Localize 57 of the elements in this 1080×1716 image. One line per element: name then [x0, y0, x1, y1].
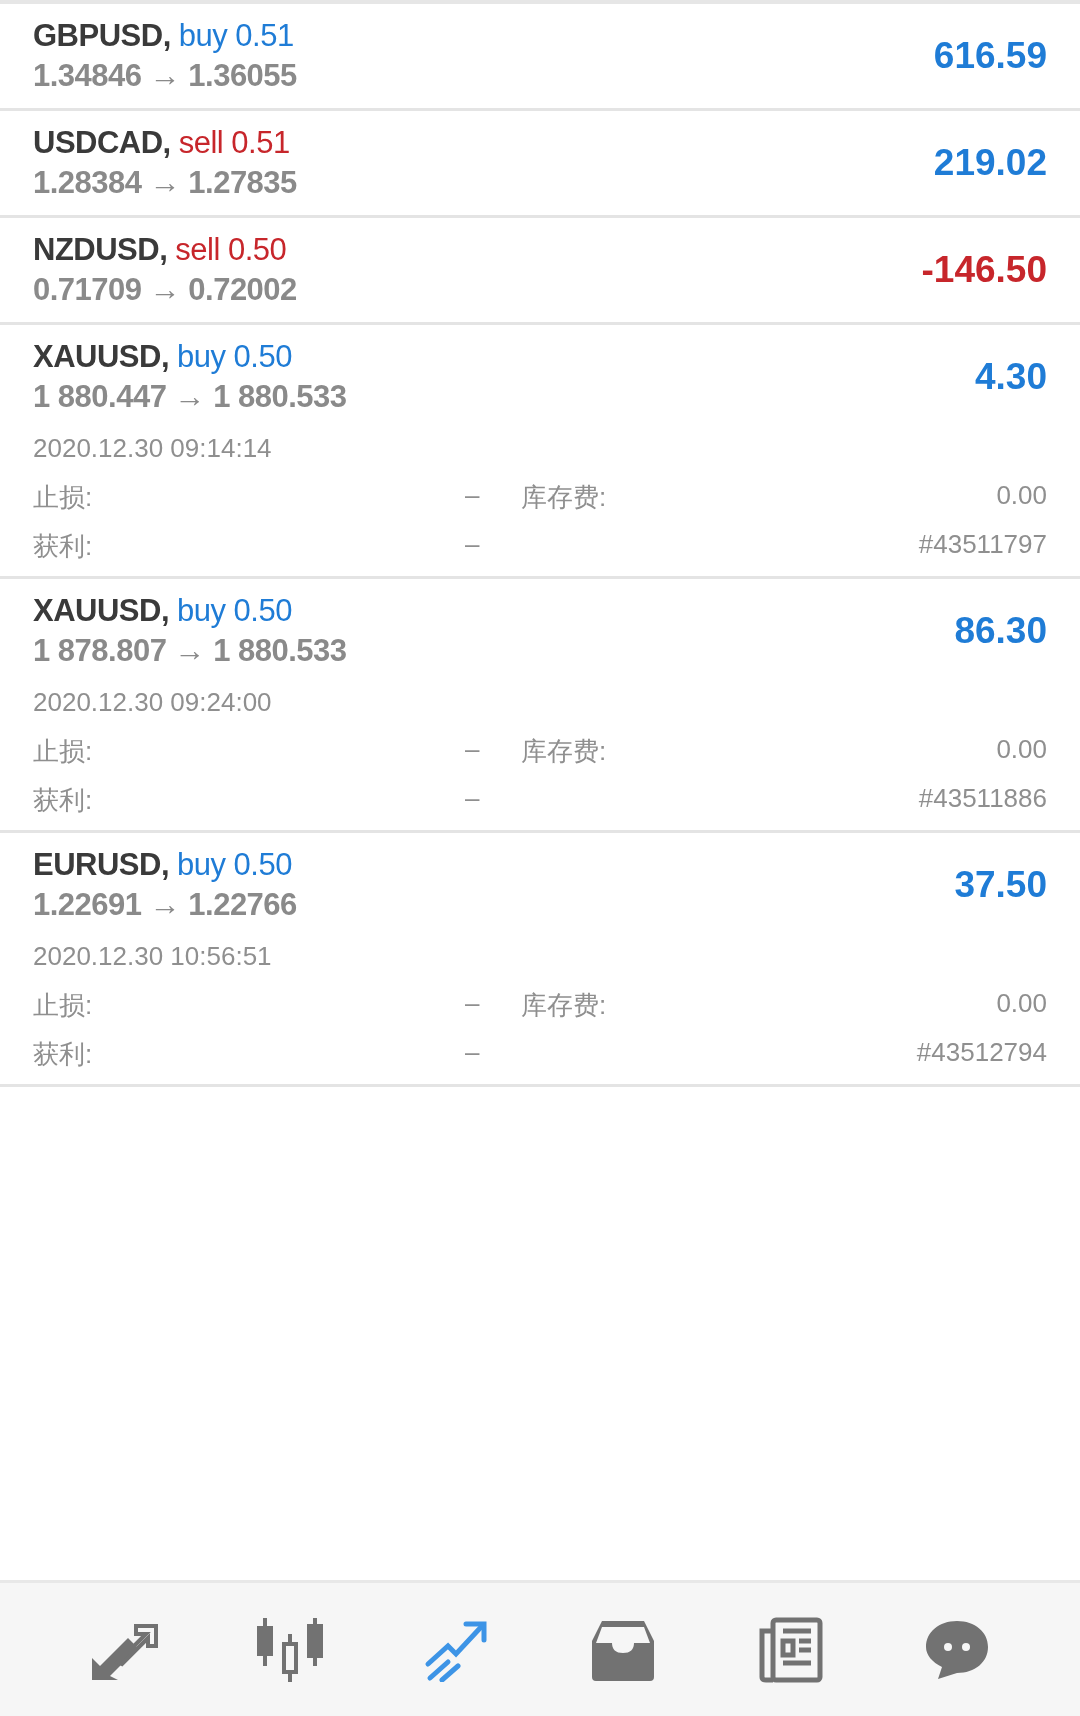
- stop-loss-value: –: [465, 734, 481, 766]
- swap-label: 库存费:: [520, 481, 608, 514]
- profit: 86.30: [954, 610, 1047, 652]
- take-profit-label: 获利:: [33, 1038, 94, 1071]
- swap-value: 0.00: [995, 480, 1047, 512]
- candlestick-icon: [255, 1615, 325, 1684]
- order-type: sell 0.50: [175, 232, 287, 268]
- price-range: 1 878.807 → 1 880.533: [33, 633, 347, 669]
- take-profit-label: 获利:: [33, 530, 94, 563]
- stop-loss-label: 止损:: [33, 735, 94, 768]
- order-type: buy 0.51: [178, 18, 294, 54]
- chat-icon: [923, 1618, 990, 1681]
- price-range: 1.34846 → 1.36055: [33, 58, 297, 94]
- stop-loss-label: 止损:: [33, 481, 94, 514]
- position-row[interactable]: USDCAD, sell 0.51 1.28384 → 1.27835 219.02: [0, 111, 1080, 218]
- open-time: 2020.12.30 10:56:51: [33, 941, 273, 972]
- position-row[interactable]: EURUSD, buy 0.50 1.22691 → 1.22766 37.50 2020.12.30 10:56:51 止损: – 库存费: 0.00 获利: – #43512794: [0, 833, 1080, 1087]
- open-time: 2020.12.30 09:24:00: [33, 687, 273, 718]
- symbol: USDCAD,: [33, 125, 171, 161]
- profit: 4.30: [975, 356, 1047, 398]
- profit: 616.59: [933, 35, 1047, 77]
- ticket-number: #43511886: [917, 783, 1047, 815]
- order-type: buy 0.50: [177, 847, 292, 883]
- price-range: 1 880.447 → 1 880.533: [33, 379, 347, 415]
- symbol: NZDUSD,: [33, 232, 168, 268]
- position-row[interactable]: XAUUSD, buy 0.50 1 878.807 → 1 880.533 86.30 2020.12.30 09:24:00 止损: – 库存费: 0.00 获利: – #43511886: [0, 579, 1080, 833]
- swap-value: 0.00: [995, 988, 1047, 1020]
- inbox-icon: [590, 1618, 657, 1681]
- symbol: XAUUSD,: [33, 339, 169, 375]
- swap-value: 0.00: [995, 734, 1047, 766]
- swap-label: 库存费:: [520, 735, 608, 768]
- take-profit-value: –: [465, 783, 481, 815]
- position-row[interactable]: NZDUSD, sell 0.50 0.71709 → 0.72002 -146.50: [0, 218, 1080, 325]
- swap-label: 库存费:: [520, 989, 608, 1022]
- order-type: sell 0.51: [178, 125, 290, 161]
- ticket-number: #43511797: [917, 529, 1047, 561]
- order-type: buy 0.50: [177, 339, 292, 375]
- order-type: buy 0.50: [177, 593, 292, 629]
- symbol: GBPUSD,: [33, 18, 171, 54]
- price-range: 0.71709 → 0.72002: [33, 272, 297, 308]
- stop-loss-label: 止损:: [33, 989, 94, 1022]
- profit: 37.50: [954, 864, 1047, 906]
- stop-loss-value: –: [465, 480, 481, 512]
- symbol: EURUSD,: [33, 847, 169, 883]
- symbol: XAUUSD,: [33, 593, 169, 629]
- profit: 219.02: [933, 142, 1047, 184]
- take-profit-value: –: [465, 1037, 481, 1069]
- price-range: 1.22691 → 1.22766: [33, 887, 297, 923]
- position-row[interactable]: GBPUSD, buy 0.51 1.34846 → 1.36055 616.59: [0, 4, 1080, 111]
- price-range: 1.28384 → 1.27835: [33, 165, 297, 201]
- profit: -146.50: [921, 249, 1047, 291]
- take-profit-label: 获利:: [33, 784, 94, 817]
- ticket-number: #43512794: [915, 1037, 1047, 1069]
- position-row[interactable]: XAUUSD, buy 0.50 1 880.447 → 1 880.533 4.30 2020.12.30 09:14:14 止损: – 库存费: 0.00 获利: – #43511797: [0, 325, 1080, 579]
- open-time: 2020.12.30 09:14:14: [33, 433, 273, 464]
- take-profit-value: –: [465, 529, 481, 561]
- stop-loss-value: –: [465, 988, 481, 1020]
